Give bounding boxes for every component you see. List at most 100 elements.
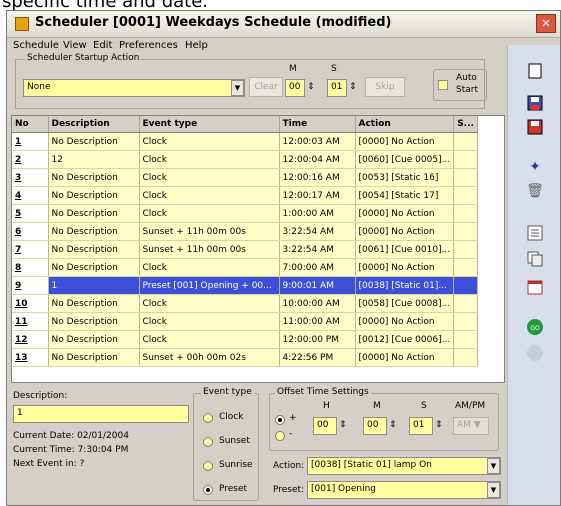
auto-start-box[interactable]: Auto Start [433,69,487,101]
current-time-text: Current Time: 7:30:04 PM [13,445,129,455]
cell-s [453,330,479,349]
offset-ampm-label: AM/PM [455,401,486,411]
save-as-icon[interactable] [525,117,545,137]
cell-action: [0061] [Cue 0010]... [355,240,455,259]
description-input[interactable]: 1 [13,405,189,423]
cell-s [453,204,479,223]
cell-no: 13 [12,348,49,367]
offset-seconds-spin-icon[interactable]: ⇕ [435,420,443,430]
offset-ampm-select[interactable]: AM ▼ [453,417,489,435]
window-title: Scheduler [0001] Weekdays Schedule (modi… [35,15,392,30]
event-type-sunset-label[interactable]: Sunset [219,436,250,446]
startup-action-select[interactable]: None [23,79,245,97]
col-no[interactable]: No [12,116,49,133]
skip-button[interactable]: Skip [365,77,405,97]
preset-dropdown-button[interactable]: ▼ [487,482,500,498]
table-row[interactable]: 2 12 Clock 12:00:04 AM [0060] [Cue 0005]... [12,150,479,169]
seconds-spin-icon[interactable]: ⇕ [349,82,357,92]
col-action[interactable]: Action [355,116,455,133]
col-s[interactable]: S... [453,116,479,133]
table-row[interactable]: 5 No Description Clock 1:00:00 AM [0000] No … [12,204,479,223]
offset-plus-radio[interactable] [275,415,285,425]
calendar-icon[interactable] [525,277,545,297]
table-row[interactable]: 10 No Description Clock 10:00:00 AM [0058] [… [12,294,479,313]
minutes-label: M [289,64,297,74]
table-row[interactable]: 1 No Description Clock 12:00:03 AM [0000] No… [12,132,479,151]
table-row[interactable]: 4 No Description Clock 12:00:17 AM [0054] [S… [12,186,479,205]
cell-s [453,222,479,241]
auto-start-checkbox[interactable] [438,80,448,90]
cell-description: No Description [48,204,140,223]
table-row[interactable]: 12 No Description Clock 12:00:00 PM [0012] [… [12,330,479,349]
table-row[interactable]: 11 No Description Clock 11:00:00 AM [0000] N… [12,312,479,331]
cell-no: 3 [12,168,49,187]
save-icon[interactable] [525,93,545,113]
preset-select[interactable]: [001] Opening [307,481,501,499]
action-dropdown-button[interactable]: ▼ [487,458,500,474]
copy-icon[interactable] [525,249,545,269]
cell-description: No Description [48,132,140,151]
event-type-clock-radio[interactable] [203,413,213,423]
cell-s [453,186,479,205]
cell-action: [0000] No Action [355,222,455,241]
seconds-label: S [331,64,337,74]
cell-no: 1 [12,132,49,151]
action-select[interactable]: [0038] [Static 01] lamp On [307,457,501,475]
col-time[interactable]: Time [279,116,356,133]
event-type-clock-label[interactable]: Clock [219,412,243,422]
col-event-type[interactable]: Event type [139,116,280,133]
cell-time: 11:00:00 AM [279,312,356,331]
offset-hours-field[interactable]: 00 [313,417,337,435]
cell-time: 7:00:00 AM [279,258,356,277]
scheduler-window: Scheduler [0001] Weekdays Schedule (modi… [6,10,561,506]
minutes-spin-icon[interactable]: ⇕ [307,82,315,92]
properties-icon[interactable] [525,223,545,243]
cell-event-type: Clock [139,168,280,187]
close-button[interactable]: ✕ [536,14,556,33]
cell-event-type: Sunset + 11h 00m 00s [139,222,280,241]
menu-preferences[interactable]: Preferences [119,40,178,51]
cell-no: 4 [12,186,49,205]
offset-minutes-spin-icon[interactable]: ⇕ [389,420,397,430]
menu-view[interactable]: View [63,40,87,51]
new-icon[interactable] [525,61,545,81]
cell-no: 7 [12,240,49,259]
clear-button[interactable]: Clear [249,77,283,97]
cell-description: No Description [48,258,140,277]
table-row-selected[interactable]: 9 1 Preset [001] Opening + 00... 9:00:01 AM… [12,276,479,295]
event-type-sunset-radio[interactable] [203,437,213,447]
startup-action-dropdown-button[interactable]: ▼ [231,80,244,96]
menu-schedule[interactable]: Schedule [13,40,59,51]
offset-hours-spin-icon[interactable]: ⇕ [339,420,347,430]
offset-settings-legend: Offset Time Settings [275,387,371,397]
menu-edit[interactable]: Edit [93,40,112,51]
table-row[interactable]: 3 No Description Clock 12:00:16 AM [0053] [S… [12,168,479,187]
table-row[interactable]: 13 No Description Sunset + 00h 00m 02s 4:22… [12,348,479,367]
event-type-preset-label[interactable]: Preset [219,484,247,494]
cell-event-type: Sunset + 00h 00m 02s [139,348,280,367]
offset-ampm-value: AM [457,420,471,430]
startup-seconds-field[interactable]: 01 [327,79,347,97]
delete-icon[interactable]: 🗑 [525,181,545,201]
event-type-sunrise-label[interactable]: Sunrise [219,460,253,470]
table-row[interactable]: 7 No Description Sunset + 11h 00m 00s 3:22:… [12,240,479,259]
event-type-sunrise-radio[interactable] [203,461,213,471]
cell-description: 1 [48,276,140,295]
event-type-preset-radio[interactable] [203,485,213,495]
table-row[interactable]: 8 No Description Clock 7:00:00 AM [0000] No … [12,258,479,277]
stop-icon[interactable] [525,343,545,363]
table-row[interactable]: 6 No Description Sunset + 11h 00m 00s 3:22:… [12,222,479,241]
run-icon[interactable]: GO [525,317,545,337]
cell-no: 9 [12,276,49,295]
cell-action: [0012] [Cue 0006]... [355,330,455,349]
col-description[interactable]: Description [48,116,140,133]
cell-description: No Description [48,312,140,331]
offset-seconds-field[interactable]: 01 [409,417,433,435]
menu-help[interactable]: Help [185,40,208,51]
event-type-legend: Event type [201,387,254,397]
offset-minus-radio[interactable] [275,431,285,441]
cell-s [453,294,479,313]
startup-minutes-field[interactable]: 00 [285,79,305,97]
add-icon[interactable]: ✦ [525,157,545,177]
offset-minutes-field[interactable]: 00 [363,417,387,435]
